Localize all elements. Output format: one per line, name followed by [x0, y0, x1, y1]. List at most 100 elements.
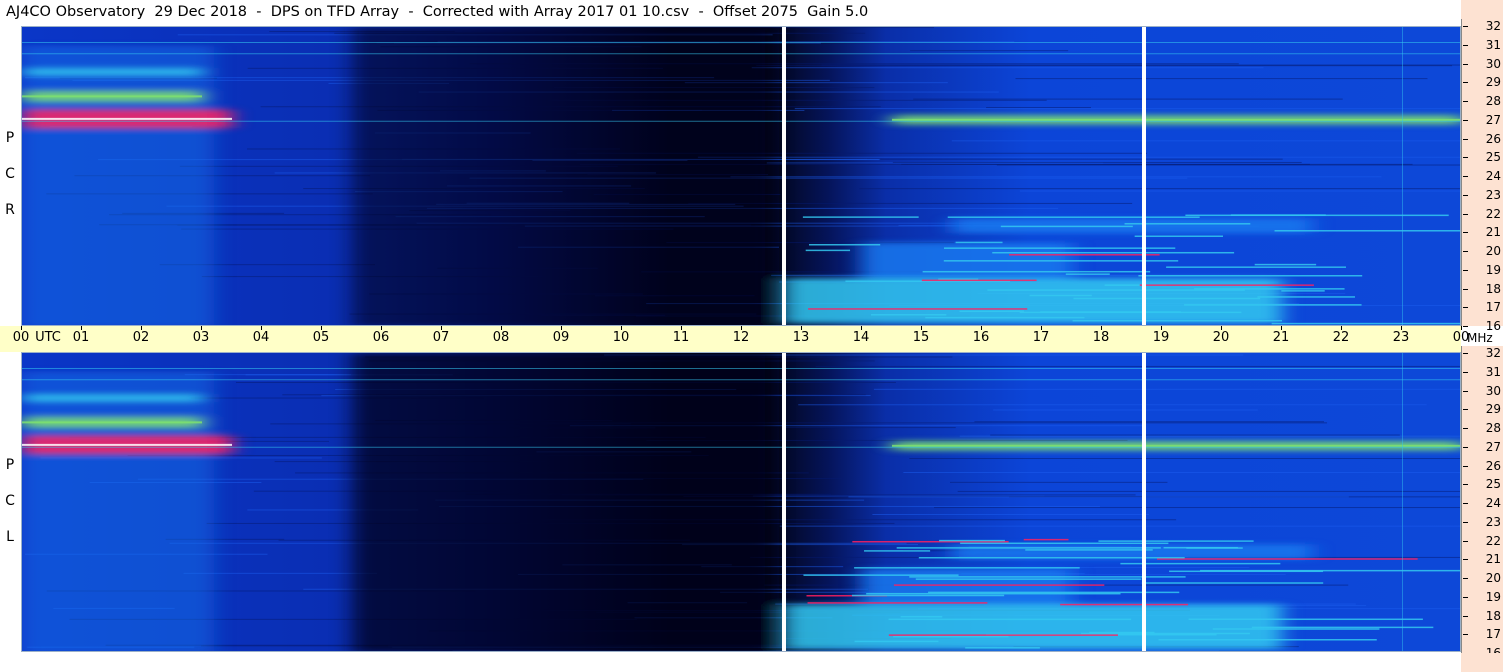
noise-line — [950, 481, 1168, 483]
panel-letter: P — [5, 457, 15, 473]
data-gap — [782, 27, 786, 325]
narrowband-line — [1274, 230, 1460, 232]
interference-line — [1402, 27, 1403, 325]
narrowband-line — [965, 647, 1040, 649]
noise-line — [730, 176, 1382, 178]
frequency-tick: 19 — [1463, 264, 1501, 276]
narrowband-line — [1163, 546, 1238, 549]
narrowband-line — [1271, 322, 1460, 325]
noise-line — [986, 107, 1091, 109]
time-tick-label: 23 — [1392, 330, 1410, 345]
noise-line — [910, 50, 1069, 52]
narrowband-line — [900, 615, 943, 618]
panel-letter: L — [6, 529, 14, 545]
narrowband-line — [947, 216, 1200, 218]
noise-line — [872, 514, 1150, 516]
narrowband-line — [896, 547, 1161, 549]
noise-line — [892, 161, 1302, 163]
narrowband-line — [1254, 263, 1317, 266]
narrowband-line — [1156, 558, 1418, 560]
frequency-tick: 18 — [1463, 283, 1501, 295]
time-tick-label: 01 — [72, 330, 90, 345]
time-tick-label: 09 — [552, 330, 570, 345]
time-tick-label: 06 — [372, 330, 390, 345]
narrowband-line — [854, 567, 1080, 569]
narrowband-line — [1023, 538, 1069, 541]
narrowband-line — [854, 640, 939, 643]
frequency-tick: 23 — [1463, 189, 1501, 201]
chart-title: AJ4CO Observatory 29 Dec 2018 - DPS on T… — [6, 4, 869, 20]
noise-line — [974, 421, 1324, 423]
heatmap-feature-band — [784, 604, 1282, 650]
narrowband-line — [1029, 294, 1092, 297]
narrowband-line — [1257, 296, 1355, 298]
narrowband-line — [959, 310, 1024, 313]
frequency-tick: 27 — [1463, 441, 1501, 453]
noise-line — [782, 427, 956, 429]
panel-letter: P — [5, 130, 15, 146]
frequency-tick: 31 — [1463, 366, 1501, 378]
time-tick-label: 18 — [1092, 330, 1110, 345]
narrowband-line — [1073, 297, 1261, 300]
panel-label-lcp: P C L — [3, 447, 17, 555]
data-gap — [1142, 27, 1146, 325]
noise-line — [951, 140, 1460, 142]
time-tick-label: 10 — [612, 330, 630, 345]
time-tick-label: 16 — [972, 330, 990, 345]
narrowband-line — [851, 594, 1005, 597]
noise-line — [697, 156, 1460, 158]
narrowband-line — [803, 574, 959, 576]
frequency-tick: 27 — [1463, 114, 1501, 126]
narrowband-line — [808, 308, 1028, 310]
narrowband-line — [925, 316, 1085, 319]
time-tick-label: 17 — [1032, 330, 1050, 345]
emission-streak — [22, 95, 202, 98]
spectrogram-rcp-svg — [22, 27, 1460, 325]
emission-streak — [22, 421, 202, 424]
time-tick-label: 02 — [132, 330, 150, 345]
narrowband-line — [888, 618, 1132, 621]
noise-line — [751, 67, 1264, 69]
frequency-tick: 31 — [1463, 39, 1501, 51]
frequency-tick: 30 — [1463, 58, 1501, 70]
narrowband-line — [1098, 540, 1254, 542]
noise-line — [848, 496, 1349, 498]
time-tick-label: 21 — [1272, 330, 1290, 345]
frequency-tick: 29 — [1463, 403, 1501, 415]
interference-line — [1402, 353, 1403, 651]
heatmap-feature-band — [862, 568, 1072, 605]
narrowband-line — [939, 539, 1005, 542]
narrowband-line — [955, 241, 1003, 244]
time-tick-label: 22 — [1332, 330, 1350, 345]
frequency-tick: 21 — [1463, 226, 1501, 238]
time-tick-label: 04 — [252, 330, 270, 345]
noise-line — [779, 525, 1460, 527]
narrowband-line — [1000, 225, 1133, 228]
heatmap-feature-broadband — [22, 371, 214, 651]
noise-line — [959, 435, 1460, 437]
frequency-tick: 32 — [1463, 347, 1501, 359]
narrowband-line — [1060, 603, 1189, 606]
frequency-tick: 26 — [1463, 460, 1501, 472]
narrowband-line — [1184, 304, 1362, 306]
narrowband-line — [805, 249, 851, 252]
frequency-axis-lcp: 3231302928272625242322212019181716 — [1461, 346, 1503, 659]
narrowband-line — [1009, 254, 1160, 256]
time-tick-label: 14 — [852, 330, 870, 345]
noise-line — [909, 458, 1460, 460]
narrowband-line — [1230, 214, 1326, 216]
frequency-axis-rcp: 32 31 30 29 28 27 26 25 24 23 22 21 20 19 18 17 16 — [1461, 19, 1503, 332]
noise-line — [990, 434, 1400, 436]
reference-line — [22, 42, 1460, 43]
noise-line — [957, 490, 1460, 492]
narrowband-line — [960, 542, 1169, 545]
heatmap-feature-broadband — [22, 45, 214, 325]
time-tick-label: 12 — [732, 330, 750, 345]
time-tick-label: 05 — [312, 330, 330, 345]
narrowband-line — [915, 578, 1142, 580]
emission-streak — [892, 444, 1460, 447]
time-tick-label: 08 — [492, 330, 510, 345]
narrowband-line — [1019, 311, 1242, 314]
spectrogram-rcp — [21, 26, 1461, 326]
reference-line — [22, 368, 1460, 369]
